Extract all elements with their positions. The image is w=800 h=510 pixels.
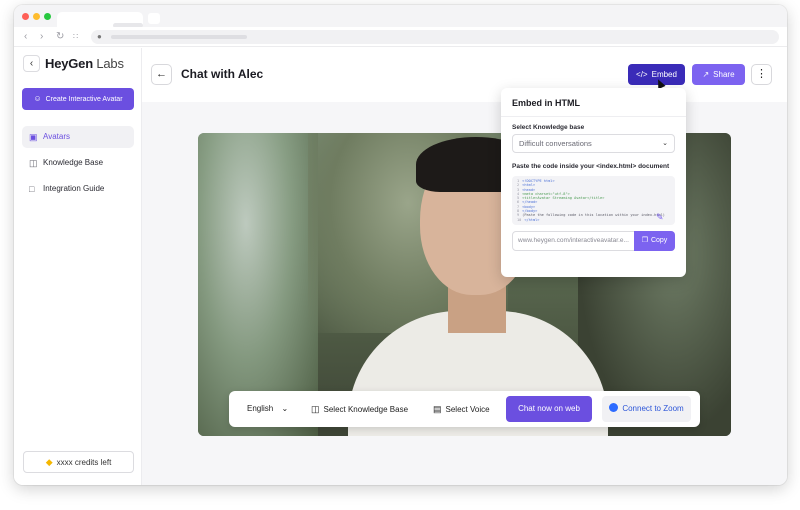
sidebar-item-label: Integration Guide bbox=[43, 184, 105, 193]
knowledge-base-label: Select Knowledge base bbox=[512, 124, 585, 131]
zoom-label: Connect to Zoom bbox=[622, 404, 684, 413]
maximize-window-dot[interactable] bbox=[44, 13, 51, 20]
logo-main-text: HeyGen bbox=[45, 56, 93, 71]
code-line: 10 </html> bbox=[517, 218, 670, 222]
page-title: Chat with Alec bbox=[181, 67, 264, 81]
copy-label: Copy bbox=[650, 237, 668, 244]
select-voice-button[interactable]: ▤ Select Voice bbox=[433, 391, 490, 427]
embed-url-field[interactable]: www.heygen.com/interactiveavatar.e... ❐ C… bbox=[512, 231, 675, 251]
embed-url-text: www.heygen.com/interactiveavatar.e... bbox=[518, 237, 629, 244]
arrow-left-icon: ← bbox=[156, 68, 167, 80]
chat-label: Chat now on web bbox=[518, 404, 580, 413]
apps-grid-icon[interactable]: ∷ bbox=[73, 30, 78, 44]
sidebar-item-avatars[interactable]: ▣ Avatars bbox=[22, 126, 134, 148]
create-button-label: Create Interactive Avatar bbox=[45, 96, 123, 103]
browser-toolbar: ‹ › ↻ ∷ ● bbox=[14, 27, 787, 47]
header-back-button[interactable]: ← bbox=[151, 64, 172, 85]
code-instruction-label: Paste the code inside your <index.html> … bbox=[512, 163, 670, 170]
lock-icon: ● bbox=[97, 32, 102, 41]
zoom-icon bbox=[609, 403, 619, 412]
line-number: 10 bbox=[517, 217, 522, 222]
address-bar[interactable]: ● bbox=[91, 30, 779, 44]
diamond-icon: ◆ bbox=[45, 457, 53, 467]
popover-title: Embed in HTML bbox=[512, 98, 580, 108]
reload-icon[interactable]: ↻ bbox=[56, 30, 64, 44]
sidebar-item-integration-guide[interactable]: □ Integration Guide bbox=[22, 178, 134, 200]
page-header: ← Chat with Alec </> Embed ↗ Share ⋮ bbox=[142, 48, 787, 102]
sidebar-item-knowledge-base[interactable]: ◫ Knowledge Base bbox=[22, 152, 134, 174]
minimize-window-dot[interactable] bbox=[33, 13, 40, 20]
line-number: 9 bbox=[517, 213, 520, 218]
more-options-button[interactable]: ⋮ bbox=[751, 64, 772, 85]
embed-code-block[interactable]: 1 <!DOCTYPE html> 2 <html> 3 <head> 4 <meta cha… bbox=[512, 176, 675, 225]
avatar-icon: ▣ bbox=[29, 132, 38, 142]
browser-tab-strip bbox=[14, 5, 787, 28]
chat-now-button[interactable]: Chat now on web bbox=[506, 396, 592, 422]
select-knowledge-base-button[interactable]: ◫ Select Knowledge Base bbox=[311, 391, 408, 427]
chevron-down-icon: ⌄ bbox=[662, 140, 668, 147]
box-icon: ◫ bbox=[29, 158, 38, 168]
line-number: 2 bbox=[517, 183, 520, 188]
vertical-dots-icon: ⋮ bbox=[756, 68, 767, 80]
divider bbox=[501, 116, 686, 117]
credits-badge: ◆ xxxx credits left bbox=[23, 451, 134, 473]
share-icon: ↗ bbox=[702, 70, 710, 79]
code-text: (Paste the following code in this locati… bbox=[522, 213, 665, 218]
forward-arrow-icon[interactable]: › bbox=[40, 30, 43, 44]
embed-label: Embed bbox=[651, 70, 677, 79]
add-person-icon: ☺ bbox=[33, 94, 42, 103]
code-brackets-icon: </> bbox=[636, 70, 648, 79]
copy-button[interactable]: ❐ Copy bbox=[634, 231, 675, 251]
sidebar-item-label: Avatars bbox=[43, 132, 70, 141]
logo-suffix-text: Labs bbox=[96, 56, 124, 71]
line-number: 3 bbox=[517, 187, 520, 192]
code-text: </html> bbox=[524, 217, 540, 222]
language-select[interactable]: English ⌄ bbox=[247, 391, 288, 427]
chevron-left-icon: ‹ bbox=[29, 58, 34, 69]
paintbrush-icon: ✎ bbox=[656, 212, 664, 222]
url-placeholder bbox=[111, 35, 247, 39]
connect-to-zoom-button[interactable]: Connect to Zoom bbox=[602, 396, 691, 422]
language-label: English bbox=[247, 404, 274, 413]
voice-label: Select Voice bbox=[445, 405, 490, 414]
sidebar: ‹ HeyGen Labs ☺ Create Interactive Avatar… bbox=[14, 48, 142, 485]
close-window-dot[interactable] bbox=[22, 13, 29, 20]
main-content: ← Chat with Alec </> Embed ↗ Share ⋮ Engli… bbox=[142, 48, 787, 485]
knowledge-base-select[interactable]: Difficult conversations ⌄ bbox=[512, 134, 675, 153]
line-number: 6 bbox=[517, 200, 520, 205]
new-tab-button[interactable] bbox=[148, 13, 160, 24]
video-controls-bar: English ⌄ ◫ Select Knowledge Base ▤ Select… bbox=[229, 391, 700, 427]
back-arrow-icon[interactable]: ‹ bbox=[24, 30, 27, 44]
sidebar-item-label: Knowledge Base bbox=[43, 158, 104, 167]
voice-icon: ▤ bbox=[433, 404, 442, 414]
knowledge-base-value: Difficult conversations bbox=[519, 139, 592, 148]
copy-icon: ❐ bbox=[641, 237, 648, 244]
share-button[interactable]: ↗ Share bbox=[692, 64, 745, 85]
chevron-down-icon: ⌄ bbox=[281, 404, 289, 413]
embed-popover: Embed in HTML Select Knowledge base Diff… bbox=[501, 88, 686, 277]
create-interactive-avatar-button[interactable]: ☺ Create Interactive Avatar bbox=[22, 88, 134, 110]
box-icon: ◫ bbox=[311, 404, 320, 414]
share-label: Share bbox=[713, 70, 735, 79]
credits-text: xxxx credits left bbox=[56, 458, 112, 467]
sidebar-back-button[interactable]: ‹ bbox=[23, 55, 40, 72]
heygen-logo: HeyGen Labs bbox=[45, 56, 124, 71]
code-line: 9 (Paste the following code in this locat… bbox=[517, 213, 670, 217]
knowledge-base-label: Select Knowledge Base bbox=[323, 405, 409, 414]
browser-window: ‹ › ↻ ∷ ● ‹ HeyGen Labs ☺ Create Interact… bbox=[14, 5, 787, 485]
browser-tab[interactable] bbox=[57, 12, 143, 28]
code-icon: □ bbox=[29, 184, 35, 194]
